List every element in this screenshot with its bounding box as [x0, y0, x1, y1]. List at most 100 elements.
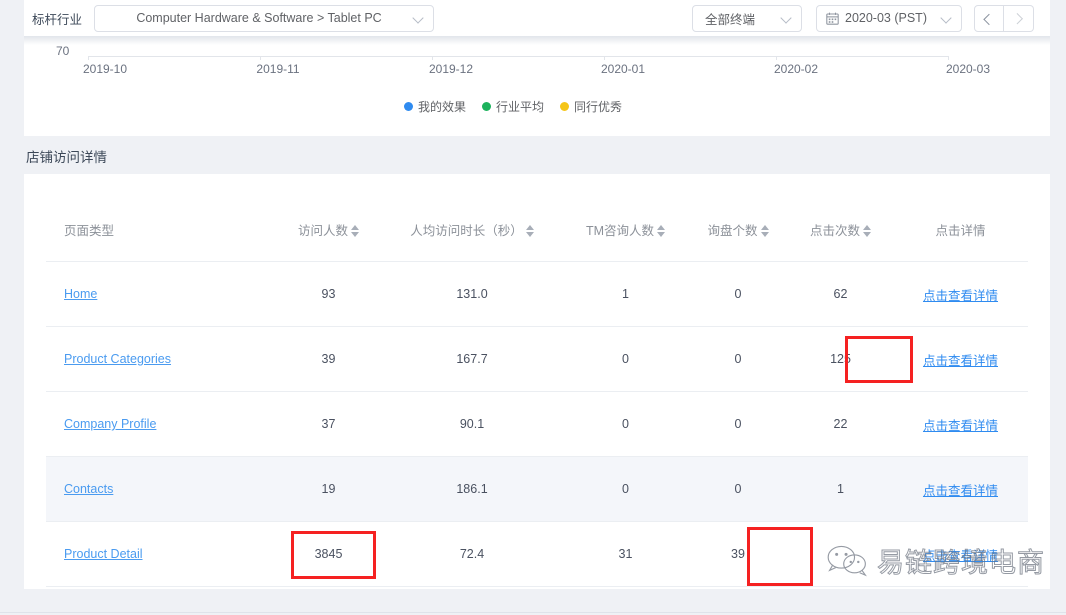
cell-inquiries: 0 [688, 456, 788, 522]
cell-tm-consult: 0 [563, 326, 688, 392]
cell-inquiries: 0 [688, 261, 788, 327]
x-tick-label: 2020-03 [945, 62, 991, 76]
col-header-label: 询盘个数 [707, 224, 758, 238]
col-header-click-detail: 点击详情 [893, 196, 1028, 262]
legend-item-peer-excellent[interactable]: 同行优秀 [560, 98, 622, 115]
cell-page-type: Product Categories [46, 326, 276, 392]
page-root: 标杆行业 Computer Hardware & Software > Tabl… [0, 0, 1066, 615]
cell-avg-duration: 167.7 [381, 326, 563, 392]
x-tick-label: 2019-12 [428, 62, 474, 76]
x-tick-label: 2020-01 [600, 62, 646, 76]
cell-clicks: 22 [788, 391, 893, 457]
view-detail-link[interactable]: 点击查看详情 [923, 289, 998, 303]
cell-page-type: Company Profile [46, 391, 276, 457]
legend-item-industry-average[interactable]: 行业平均 [481, 98, 544, 115]
table-row: Company Profile 37 90.1 0 0 22 点击查看详情 [46, 391, 1028, 457]
device-select-value: 全部终端 [705, 12, 756, 27]
col-header-inquiries[interactable]: 询盘个数 [688, 196, 788, 262]
col-header-page-type: 页面类型 [46, 196, 276, 262]
section-title-shop-visit-detail: 店铺访问详情 [26, 150, 107, 165]
cell-page-type: Product Detail [46, 521, 276, 587]
calendar-icon [826, 12, 839, 25]
cell-tm-consult: 1 [563, 261, 688, 327]
cell-visitors: 3845 [276, 521, 381, 587]
cell-click-detail: 点击查看详情 [893, 326, 1028, 392]
date-select[interactable]: 2020-03 (PST) [816, 4, 962, 32]
cell-tm-consult: 0 [563, 456, 688, 522]
page-type-link[interactable]: Product Detail [64, 547, 143, 561]
view-detail-link[interactable]: 点击查看详情 [923, 354, 998, 368]
cell-visitors: 39 [276, 326, 381, 392]
prev-period-button[interactable] [974, 4, 1004, 32]
sort-arrows-icon[interactable] [657, 225, 666, 237]
col-header-label: 点击详情 [935, 224, 986, 238]
table-row: Product Categories 39 167.7 0 0 125 点击查看… [46, 326, 1028, 392]
x-tick-label: 2019-11 [256, 62, 300, 76]
col-header-visitors[interactable]: 访问人数 [276, 196, 381, 262]
cell-inquiries: 0 [688, 326, 788, 392]
cell-clicks: 125 [788, 326, 893, 392]
col-header-clicks[interactable]: 点击次数 [788, 196, 893, 262]
chevron-down-icon [781, 12, 793, 24]
page-type-link[interactable]: Contacts [64, 482, 113, 496]
view-detail-link[interactable]: 点击查看详情 [923, 419, 998, 433]
legend-item-my-performance[interactable]: 我的效果 [403, 98, 466, 115]
table-row: Home 93 131.0 1 0 62 点击查看详情 [46, 261, 1028, 327]
wechat-icon [827, 545, 867, 576]
cell-avg-duration: 186.1 [381, 456, 563, 522]
next-period-button [1004, 4, 1034, 32]
legend-label: 行业平均 [495, 100, 544, 114]
cell-avg-duration: 72.4 [381, 521, 563, 587]
cell-clicks: 1 [788, 456, 893, 522]
cell-page-type: Home [46, 261, 276, 327]
chart-y-axis-tick: 70 [56, 44, 70, 58]
cell-click-detail: 点击查看详情 [893, 391, 1028, 457]
legend-label: 我的效果 [417, 100, 466, 114]
col-header-tm-consult[interactable]: TM咨询人数 [563, 196, 688, 262]
col-header-label: 访问人数 [297, 224, 348, 238]
cell-tm-consult: 31 [563, 521, 688, 587]
cell-avg-duration: 131.0 [381, 261, 563, 327]
col-header-label: 点击次数 [809, 224, 860, 238]
chevron-down-icon [941, 12, 953, 24]
chart-x-axis-labels: 2019-10 2019-11 2019-12 2020-01 2020-02 … [24, 62, 1050, 80]
industry-select[interactable]: Computer Hardware & Software > Tablet PC [94, 4, 435, 32]
cell-visitors: 37 [276, 391, 381, 457]
cell-tm-consult: 0 [563, 391, 688, 457]
chevron-right-icon [1014, 14, 1023, 23]
device-select[interactable]: 全部终端 [692, 4, 802, 32]
cell-inquiries: 0 [688, 391, 788, 457]
page-type-link[interactable]: Company Profile [64, 417, 156, 431]
page-bottom-divider [0, 612, 1066, 613]
cell-avg-duration: 90.1 [381, 391, 563, 457]
filter-toolbar: 标杆行业 Computer Hardware & Software > Tabl… [24, 0, 1050, 36]
legend-color-dot [403, 102, 413, 111]
watermark-text: 易链跨境电商 [877, 548, 1045, 580]
cell-inquiries: 39 [688, 521, 788, 587]
page-type-link[interactable]: Home [64, 287, 97, 301]
sort-arrows-icon[interactable] [863, 225, 871, 237]
sort-arrows-icon[interactable] [351, 225, 359, 237]
watermark: 易链跨境电商 [826, 541, 1045, 580]
col-header-label: 人均访问时长（秒） [410, 224, 523, 238]
cell-click-detail: 点击查看详情 [893, 456, 1028, 522]
page-type-link[interactable]: Product Categories [64, 352, 171, 366]
chevron-left-icon [985, 14, 994, 23]
cell-visitors: 93 [276, 261, 381, 327]
x-tick-label: 2020-02 [773, 62, 819, 76]
col-header-avg-duration[interactable]: 人均访问时长（秒） [381, 196, 563, 262]
chart-legend: 我的效果 行业平均 同行优秀 [0, 98, 1026, 115]
trend-chart-card [24, 36, 1050, 136]
table-header-row: 页面类型 访问人数 人均访问时长（秒） TM咨询人数 询盘个数 点击次数 点击详… [46, 196, 1028, 262]
date-select-value: 2020-03 (PST) [845, 11, 927, 25]
sort-arrows-icon[interactable] [525, 225, 534, 237]
cell-click-detail: 点击查看详情 [893, 261, 1028, 327]
view-detail-link[interactable]: 点击查看详情 [923, 484, 998, 498]
col-header-label: 页面类型 [64, 224, 115, 238]
period-pager [974, 4, 1034, 32]
sort-arrows-icon[interactable] [760, 225, 769, 237]
chart-x-axis-line [88, 56, 948, 57]
cell-visitors: 19 [276, 456, 381, 522]
table-row: Contacts 19 186.1 0 0 1 点击查看详情 [46, 456, 1028, 522]
legend-color-dot [481, 102, 491, 111]
